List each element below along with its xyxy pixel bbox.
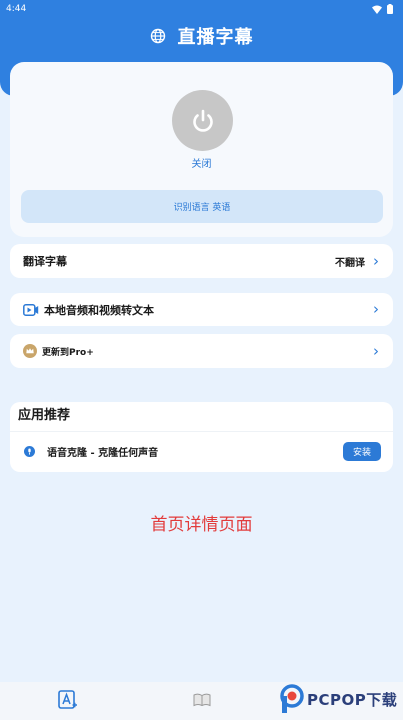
upgrade-pro-label: 更新到Pro+ <box>42 347 94 358</box>
crown-icon <box>23 344 37 358</box>
text-a-plus-icon[interactable] <box>58 688 78 714</box>
book-icon[interactable] <box>193 692 211 711</box>
chevron-right-icon: › <box>373 341 379 360</box>
recognition-language-label: 识别语言 英语 <box>173 203 231 213</box>
app-recommendation-card: 应用推荐 语音克隆 - 克隆任何声音 安装 <box>10 402 393 472</box>
battery-icon <box>387 4 393 14</box>
recommendation-title: 应用推荐 <box>18 408 71 423</box>
power-icon <box>192 109 213 132</box>
translate-subtitles-label: 翻译字幕 <box>23 255 67 268</box>
upgrade-pro-row[interactable]: 更新到Pro+ › <box>10 334 393 368</box>
chevron-right-icon: › <box>373 251 379 270</box>
pcpop-logo <box>280 684 304 713</box>
translate-subtitles-value: 不翻译 <box>335 257 365 269</box>
video-icon <box>23 303 39 316</box>
install-button[interactable]: 安装 <box>343 441 381 461</box>
watermark-text: PCPOP下载 <box>307 690 398 709</box>
main-card: 关闭 识别语言 英语 <box>10 62 393 237</box>
chevron-right-icon: › <box>373 300 379 318</box>
page-caption: 首页详情页面 <box>150 515 253 535</box>
power-button[interactable] <box>172 90 233 151</box>
power-state-label: 关闭 <box>191 159 212 170</box>
status-bar: 4:44 <box>0 0 403 18</box>
list-item[interactable]: 语音克隆 - 克隆任何声音 安装 <box>24 440 381 462</box>
translate-subtitles-row[interactable]: 翻译字幕 不翻译 › <box>10 244 393 278</box>
status-icons <box>372 4 393 14</box>
watermark: PCPOP下载 <box>280 684 397 714</box>
recognition-language-button[interactable]: 识别语言 英语 <box>21 190 383 223</box>
mic-icon <box>24 445 35 457</box>
divider <box>10 431 393 432</box>
local-media-to-text-row[interactable]: 本地音频和视频转文本 › <box>10 293 393 326</box>
app-header: 直播字幕 <box>0 20 403 52</box>
status-time: 4:44 <box>6 4 27 14</box>
app-title: 直播字幕 <box>177 27 254 48</box>
recommended-app-name: 语音克隆 - 克隆任何声音 <box>47 447 159 459</box>
local-media-to-text-label: 本地音频和视频转文本 <box>44 303 154 317</box>
wifi-icon <box>372 5 382 14</box>
globe-icon[interactable] <box>150 28 166 44</box>
